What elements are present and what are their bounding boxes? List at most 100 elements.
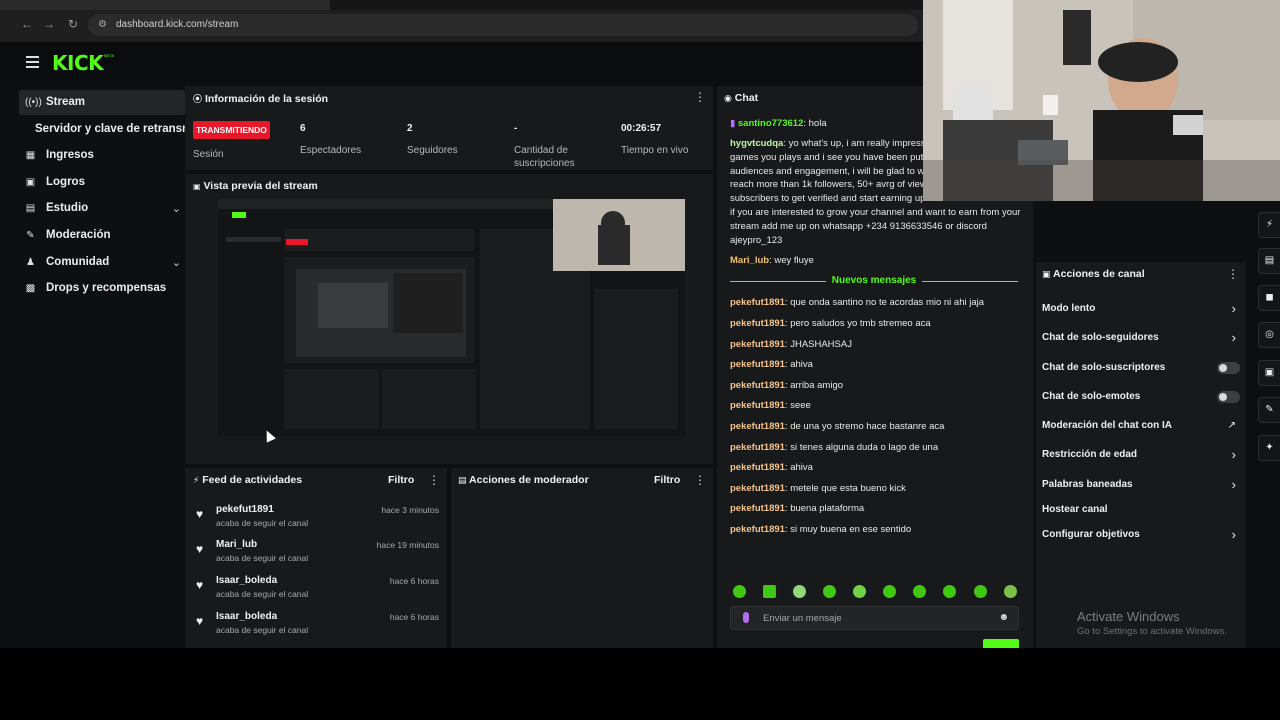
host-channel-option[interactable]: Hostear canal [1042, 501, 1240, 521]
chat-text: ahiva [790, 359, 813, 370]
more-options-icon[interactable]: ⋮ [1227, 268, 1239, 280]
more-options-icon[interactable]: ⋮ [694, 91, 706, 103]
chat-username[interactable]: pekefut1891 [730, 400, 785, 411]
sidebar-item-ingresos[interactable]: ▦ Ingresos [19, 143, 185, 168]
session-panel-title: ⦿ Información de la sesión [193, 92, 328, 105]
chat-username[interactable]: pekefut1891 [730, 297, 785, 308]
heart-icon: ♥ [196, 507, 204, 521]
sidebar-item-moderacion[interactable]: ✎ Moderación [19, 223, 185, 248]
chat-username[interactable]: pekefut1891 [730, 318, 785, 329]
option-label: Chat de solo-emotes [1042, 391, 1141, 402]
option-label: Chat de solo-seguidores [1042, 332, 1159, 343]
trophy-icon: ▣ [25, 177, 36, 188]
emote-icon[interactable] [974, 585, 987, 598]
emote-icon[interactable] [853, 585, 866, 598]
send-button[interactable] [983, 639, 1019, 648]
reload-icon[interactable]: ↻ [66, 17, 80, 31]
wrench-icon: ✎ [26, 230, 35, 241]
chat-icon[interactable]: ◼ [1258, 285, 1280, 311]
chat-username[interactable]: pekefut1891 [730, 442, 785, 453]
set-goals-option[interactable]: Configurar objetivos › [1042, 526, 1240, 546]
preview-screen-capture [218, 199, 685, 436]
chat-input-box[interactable]: ☻ [730, 606, 1019, 630]
chat-username[interactable]: pekefut1891 [730, 524, 785, 535]
active-tab[interactable] [0, 0, 330, 10]
wrench-icon[interactable]: ✎ [1258, 397, 1280, 423]
chat-username[interactable]: santino773612 [738, 118, 803, 129]
mod-title-text: Acciones de moderador [469, 474, 589, 486]
stream-preview-video[interactable] [218, 199, 685, 436]
sidebar-item-comunidad[interactable]: ♟ Comunidad ⌄ [19, 250, 185, 275]
sidebar-item-drops[interactable]: ▩ Drops y recompensas [19, 276, 185, 301]
feed-username[interactable]: Isaar_boleda [216, 575, 277, 586]
people-icon[interactable]: ▣ [1258, 360, 1280, 386]
emote-icon[interactable] [1004, 585, 1017, 598]
feed-username[interactable]: Mari_lub [216, 539, 257, 550]
chat-text: arriba amigo [790, 380, 844, 391]
more-options-icon[interactable]: ⋮ [694, 474, 706, 486]
emote-icon[interactable] [823, 585, 836, 598]
share-icon[interactable]: ✦ [1258, 435, 1280, 461]
emote-icon[interactable] [793, 585, 806, 598]
chat-username[interactable]: hygvtcudqa [730, 138, 783, 149]
chat-text: de una yo stremo hace bastanre aca [790, 421, 945, 432]
lightning-icon[interactable]: ⚡ [1258, 212, 1280, 238]
url-text: dashboard.kick.com/stream [116, 19, 239, 30]
chat-username[interactable]: pekefut1891 [730, 359, 785, 370]
ai-moderation-option[interactable]: Moderación del chat con IA ↗ [1042, 417, 1240, 437]
kick-logo[interactable]: KICK [52, 51, 104, 75]
emote-icon[interactable] [943, 585, 956, 598]
sidebar-item-label: Estudio [46, 202, 89, 214]
emotes-only-toggle[interactable] [1217, 391, 1240, 403]
back-icon[interactable]: ← [20, 17, 34, 31]
chat-message-input[interactable] [763, 610, 993, 626]
logo-badge: BETA [104, 53, 115, 58]
chat-icon: ◉ [724, 93, 732, 103]
broadcast-icon[interactable]: ◎ [1258, 322, 1280, 348]
money-icon: ▦ [25, 150, 36, 161]
subscribers-only-toggle[interactable] [1217, 362, 1240, 374]
feed-username[interactable]: Isaar_boleda [216, 611, 277, 622]
chat-message: pekefut1891: que onda santino no te acor… [730, 297, 985, 308]
preview-title-text: Vista previa del stream [203, 180, 318, 192]
sidebar-item-estudio[interactable]: ▤ Estudio ⌄ [19, 196, 185, 221]
option-label: Hostear canal [1042, 504, 1108, 515]
slow-mode-option[interactable]: Modo lento › [1042, 300, 1240, 320]
new-messages-divider[interactable]: Nuevos mensajes [724, 275, 1024, 289]
chat-username[interactable]: Mari_lub [730, 255, 769, 266]
feed-username[interactable]: pekefut1891 [216, 504, 274, 515]
emote-icon[interactable] [733, 585, 746, 598]
sidebar-item-logros[interactable]: ▣ Logros [19, 170, 185, 195]
sidebar-item-label: Servidor y clave de retransm [35, 123, 193, 135]
sidebar-item-stream[interactable]: ((•)) Stream [19, 90, 185, 115]
age-restriction-option[interactable]: Restricción de edad › [1042, 446, 1240, 466]
chat-username[interactable]: pekefut1891 [730, 462, 785, 473]
address-bar[interactable]: ⚙ dashboard.kick.com/stream [88, 14, 918, 36]
feed-filter-button[interactable]: Filtro [388, 474, 414, 486]
chat-message: Mari_lub: wey fluye [730, 255, 814, 266]
followers-only-option[interactable]: Chat de solo-seguidores › [1042, 329, 1240, 349]
chat-username[interactable]: pekefut1891 [730, 339, 785, 350]
eye-icon: ▣ [193, 182, 201, 191]
chat-username[interactable]: pekefut1891 [730, 483, 785, 494]
heart-icon: ♥ [196, 614, 204, 628]
chat-username[interactable]: pekefut1891 [730, 503, 785, 514]
menu-icon[interactable] [26, 56, 39, 68]
mod-panel-title: ▤ Acciones de moderador [458, 474, 589, 486]
mod-filter-button[interactable]: Filtro [654, 474, 680, 486]
sidebar-item-server-key[interactable]: Servidor y clave de retransm [19, 117, 192, 142]
chat-text: if you are interested to grow your chann… [730, 206, 1021, 218]
chat-text: hola [808, 118, 827, 129]
emote-icon[interactable] [913, 585, 926, 598]
sidebar-item-label: Stream [46, 96, 85, 108]
banned-words-option[interactable]: Palabras baneadas › [1042, 476, 1240, 496]
more-options-icon[interactable]: ⋮ [428, 474, 440, 486]
site-info-icon[interactable]: ⚙ [98, 19, 110, 31]
emoji-icon[interactable]: ☻ [998, 612, 1009, 623]
document-icon[interactable]: ▤ [1258, 248, 1280, 274]
forward-icon[interactable]: → [42, 17, 56, 31]
chat-username[interactable]: pekefut1891 [730, 380, 785, 391]
chat-username[interactable]: pekefut1891 [730, 421, 785, 432]
emote-icon[interactable] [763, 585, 776, 598]
emote-icon[interactable] [883, 585, 896, 598]
